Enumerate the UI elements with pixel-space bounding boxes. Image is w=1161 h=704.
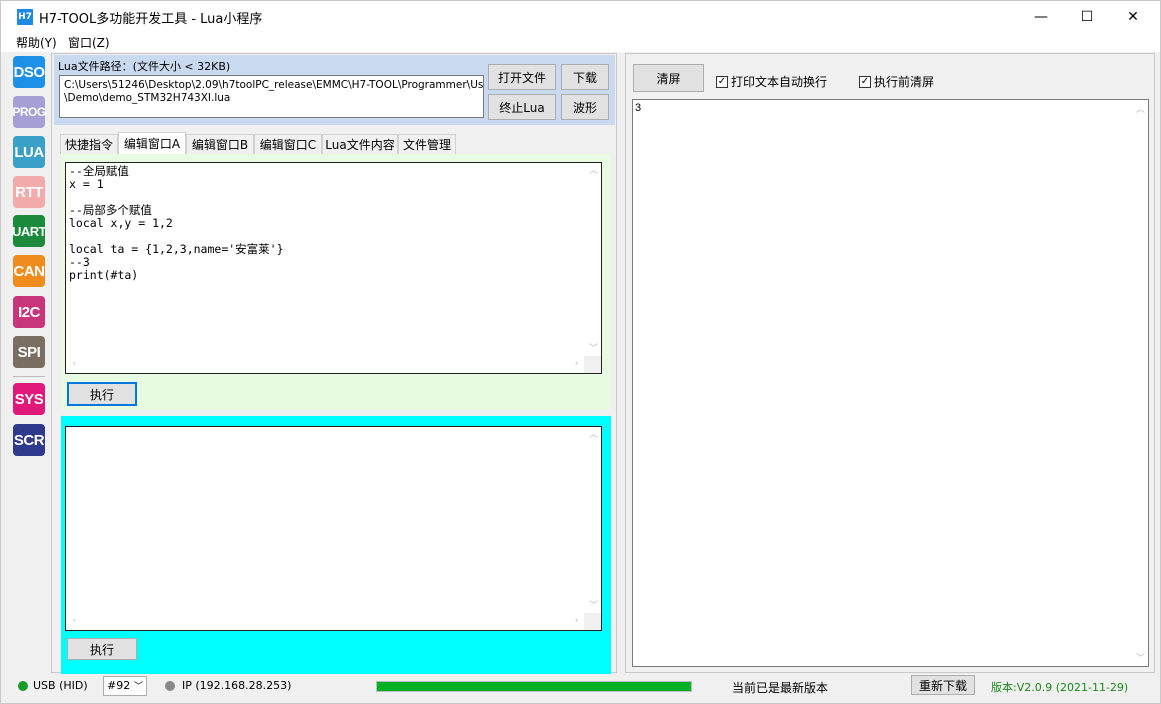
usb-status-dot [18,681,28,691]
scroll-left-icon[interactable]: ‹ [66,613,83,630]
chevron-down-icon: ﹀ [133,682,143,692]
sidebar-item-sys[interactable]: SYS [13,383,45,415]
lua-file-section: Lua文件路径：(文件大小 < 32KB) C:\Users\51246\Des… [54,55,615,125]
run-b-button[interactable]: 执行 [67,638,137,660]
sidebar-item-scr[interactable]: SCR [13,424,45,456]
editor-b-textarea[interactable]: ︿ ﹀ ‹ › [65,426,602,631]
tab-editor-c[interactable]: 编辑窗口C [254,134,322,154]
minimize-button[interactable]: — [1018,1,1064,32]
progress-fill [377,682,691,691]
tab-editor-a[interactable]: 编辑窗口A [118,132,186,154]
app-icon: H7 [17,9,33,25]
editor-b-hscrollbar[interactable]: ‹ › [66,613,585,630]
scroll-right-icon[interactable]: › [568,356,585,373]
check-icon: ✓ [859,75,871,88]
download-button[interactable]: 下载 [561,64,609,90]
menu-window[interactable]: 窗口(Z) [68,34,110,51]
sidebar-separator [13,376,45,377]
tab-file-manager[interactable]: 文件管理 [398,134,456,154]
scroll-left-icon[interactable]: ‹ [66,356,83,373]
maximize-button[interactable]: ☐ [1064,1,1110,32]
module-sidebar: DSO PROG LUA RTT UART CAN I2C SPI SYS SC… [9,53,49,671]
title-bar: H7 H7-TOOL多功能开发工具 - Lua小程序 — ☐ ✕ [1,1,1160,32]
scroll-corner [584,356,601,373]
open-file-button[interactable]: 打开文件 [488,64,556,90]
update-status-text: 当前已是最新版本 [732,681,829,695]
output-vscrollbar[interactable]: ︿ ﹀ [1131,100,1148,666]
editor-a-code: --全局赋值 x = 1 --局部多个赋值 local x,y = 1,2 lo… [69,164,284,282]
auto-wrap-checkbox[interactable]: ✓ 打印文本自动换行 [716,73,827,90]
auto-wrap-label: 打印文本自动换行 [731,75,828,89]
editor-b-vscrollbar[interactable]: ︿ ﹀ [584,427,601,615]
scroll-corner [584,613,601,630]
ip-status-dot [165,681,175,691]
sidebar-item-dso[interactable]: DSO [13,56,45,88]
clear-before-run-label: 执行前清屏 [874,75,935,89]
editor-a-hscrollbar[interactable]: ‹ › [66,356,585,373]
editor-a-vscrollbar[interactable]: ︿ ﹀ [584,163,601,358]
editor-b-area: ︿ ﹀ ‹ › 执行 [61,416,611,674]
redownload-button[interactable]: 重新下载 [911,675,975,695]
tab-lua-file-content[interactable]: Lua文件内容 [322,134,398,154]
scroll-right-icon[interactable]: › [568,613,585,630]
stop-lua-button[interactable]: 终止Lua [488,94,556,120]
lua-path-field[interactable]: C:\Users\51246\Desktop\2.09\h7toolPC_rel… [59,75,484,118]
scroll-up-icon[interactable]: ︿ [1132,100,1149,117]
menu-help[interactable]: 帮助(Y) [16,34,57,51]
output-panel: 清屏 ✓ 打印文本自动换行 ✓ 执行前清屏 3 ︿ ﹀ [625,53,1155,673]
scroll-up-icon[interactable]: ︿ [585,163,601,180]
output-textarea[interactable]: 3 ︿ ﹀ [632,99,1149,667]
sidebar-item-rtt[interactable]: RTT [13,176,45,208]
menu-bar: 帮助(Y) 窗口(Z) [1,32,1160,52]
sidebar-item-can[interactable]: CAN [13,255,45,287]
download-progress-bar [376,681,692,692]
sidebar-item-uart[interactable]: UART [12,215,47,247]
output-text: 3 [635,102,642,114]
waveform-button[interactable]: 波形 [561,94,609,120]
app-window: H7 H7-TOOL多功能开发工具 - Lua小程序 — ☐ ✕ 帮助(Y) 窗… [0,0,1161,704]
usb-status-text: USB (HID) [33,679,88,692]
version-text: 版本:V2.0.9 (2021-11-29) [991,681,1129,694]
sidebar-item-prog[interactable]: PROG [12,96,46,128]
scroll-up-icon[interactable]: ︿ [585,427,601,444]
run-a-button[interactable]: 执行 [67,382,137,406]
lua-editor-panel: Lua文件路径：(文件大小 < 32KB) C:\Users\51246\Des… [51,53,617,674]
clear-before-run-checkbox[interactable]: ✓ 执行前清屏 [859,73,934,90]
sidebar-item-lua[interactable]: LUA [13,136,45,168]
close-button[interactable]: ✕ [1110,1,1156,32]
tab-quick-commands[interactable]: 快捷指令 [60,134,118,154]
status-bar: USB (HID) #92 ﹀ IP (192.168.28.253) 当前已是… [9,675,1155,697]
editor-b-code [66,427,601,431]
ip-status-text: IP (192.168.28.253) [182,679,292,692]
editor-a-area: --全局赋值 x = 1 --局部多个赋值 local x,y = 1,2 lo… [61,154,611,410]
sidebar-item-spi[interactable]: SPI [13,336,45,368]
sidebar-item-i2c[interactable]: I2C [13,296,45,328]
clear-screen-button[interactable]: 清屏 [633,64,704,92]
device-select[interactable]: #92 ﹀ [103,676,147,696]
check-icon: ✓ [716,75,728,88]
window-title: H7-TOOL多功能开发工具 - Lua小程序 [39,12,263,27]
editor-a-textarea[interactable]: --全局赋值 x = 1 --局部多个赋值 local x,y = 1,2 lo… [65,162,602,374]
lua-path-label: Lua文件路径：(文件大小 < 32KB) [58,60,231,73]
tab-editor-b[interactable]: 编辑窗口B [186,134,254,154]
scroll-down-icon[interactable]: ﹀ [1132,649,1149,666]
device-select-value: #92 [107,679,131,692]
